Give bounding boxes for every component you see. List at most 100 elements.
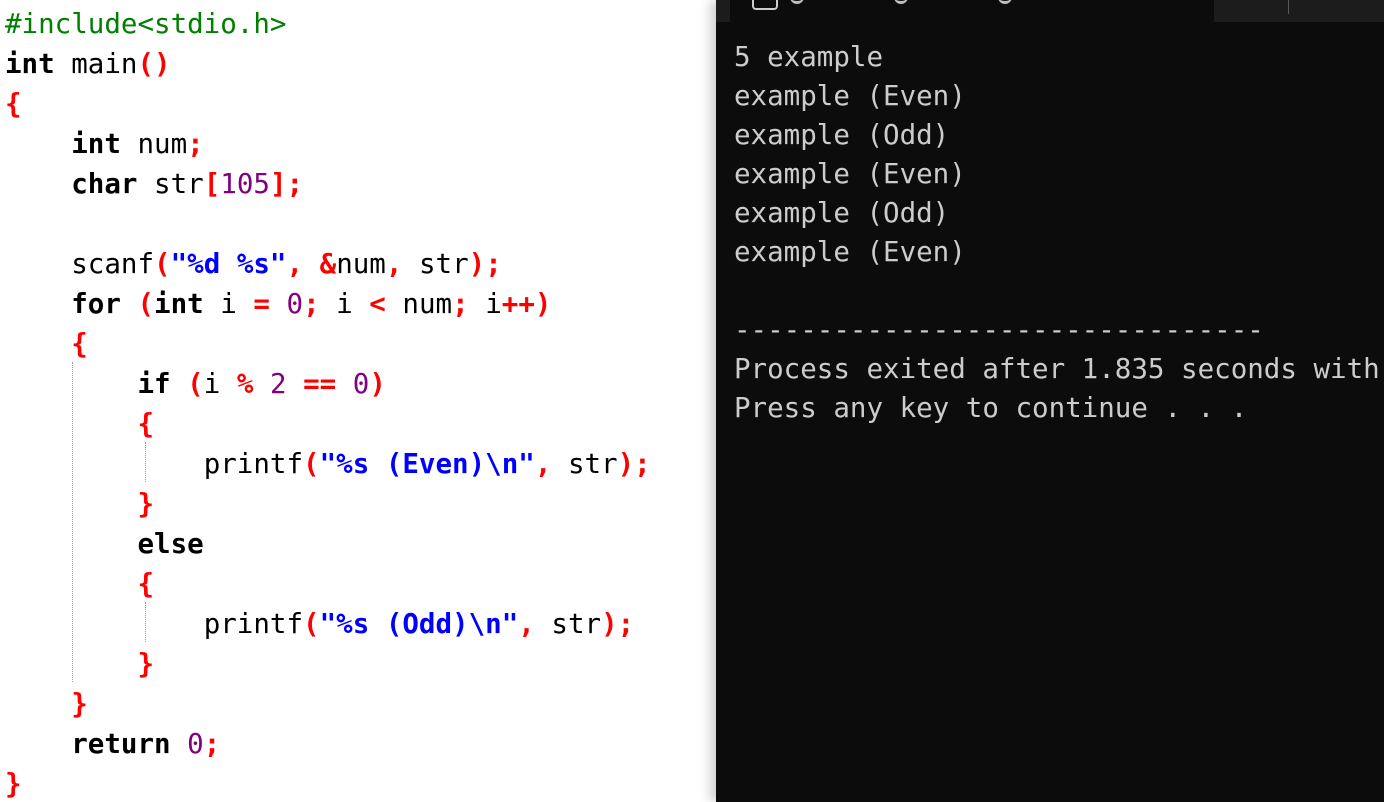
- code-line[interactable]: }: [5, 484, 154, 524]
- code-line[interactable]: }: [5, 764, 22, 802]
- code-line[interactable]: {: [5, 564, 154, 604]
- code-token: str: [402, 248, 469, 280]
- code-token: i: [203, 368, 237, 400]
- code-token: int: [71, 128, 121, 160]
- indent-guide-else-block: [145, 602, 146, 642]
- code-token: num: [120, 128, 188, 160]
- code-token: ;: [203, 728, 221, 760]
- code-token: 0: [187, 728, 204, 760]
- code-line[interactable]: char str[105];: [5, 164, 303, 204]
- code-token: ==: [303, 368, 337, 400]
- code-line[interactable]: }: [5, 644, 154, 684]
- code-token: int: [154, 288, 204, 320]
- code-token: num: [385, 288, 453, 320]
- code-token: 105: [220, 168, 270, 200]
- code-token: if: [137, 368, 171, 400]
- console-output-line: example (Even): [734, 80, 966, 112]
- code-token: 2: [269, 368, 287, 400]
- code-line[interactable]: if (i % 2 == 0): [5, 364, 386, 404]
- code-token: );: [468, 248, 502, 280]
- code-token: ,: [286, 248, 304, 280]
- code-line[interactable]: {: [5, 84, 22, 124]
- code-token: ,: [385, 248, 403, 280]
- code-token: for: [71, 288, 121, 320]
- code-token: char: [71, 168, 138, 200]
- titlebar-separator: [1288, 0, 1289, 14]
- console-output-line: example (Odd): [734, 197, 950, 229]
- code-token: {: [137, 568, 155, 600]
- code-line[interactable]: }: [5, 684, 88, 724]
- code-line[interactable]: int num;: [5, 124, 203, 164]
- code-token: (: [303, 608, 320, 640]
- indent-guide-for-block: [72, 362, 73, 682]
- code-token: {: [137, 408, 155, 440]
- code-token: ,: [518, 608, 535, 640]
- terminal-window-icon: [752, 0, 778, 10]
- indent-guide-if-block: [145, 442, 146, 482]
- code-token: str: [534, 608, 602, 640]
- code-token: num: [336, 248, 386, 280]
- code-token: "%s (Odd)\n": [319, 608, 519, 640]
- code-token: str: [551, 448, 618, 480]
- console-output-line: 5 example: [734, 41, 884, 73]
- code-token: ++): [501, 288, 552, 320]
- code-token: str: [137, 168, 204, 200]
- code-token: {: [71, 328, 88, 360]
- code-token: ;: [303, 288, 320, 320]
- code-token: else: [137, 528, 204, 560]
- code-token: ): [369, 368, 386, 400]
- code-token: i: [468, 288, 502, 320]
- code-token: <: [369, 288, 386, 320]
- code-token: }: [137, 488, 155, 520]
- console-tab[interactable]: [730, 0, 1214, 22]
- code-line[interactable]: return 0;: [5, 724, 220, 764]
- code-token: 0: [286, 288, 304, 320]
- code-token: #include<stdio.h>: [5, 8, 287, 40]
- code-token: printf: [203, 608, 304, 640]
- console-tab-title-clipped: [790, 0, 1170, 8]
- code-token: (: [303, 448, 320, 480]
- console-window[interactable]: 5 example example (Even) example (Odd) exam…: [716, 0, 1384, 802]
- code-token: ,: [534, 448, 552, 480]
- code-line[interactable]: else: [5, 524, 204, 564]
- code-line[interactable]: for (int i = 0; i < num; i++): [5, 284, 551, 324]
- code-line[interactable]: printf("%s (Odd)\n", str);: [5, 604, 635, 644]
- code-token: =: [253, 288, 270, 320]
- code-token: (: [137, 288, 155, 320]
- code-editor[interactable]: #include<stdio.h> int main(){ int num; ch…: [0, 0, 716, 802]
- code-line[interactable]: {: [5, 404, 154, 444]
- code-token: %: [236, 368, 254, 400]
- code-token: (: [154, 248, 171, 280]
- console-output-line: example (Odd): [734, 119, 950, 151]
- code-token: "%s (Even)\n": [319, 448, 535, 480]
- code-token: i: [319, 288, 370, 320]
- code-line[interactable]: printf("%s (Even)\n", str);: [5, 444, 651, 484]
- code-line[interactable]: #include<stdio.h>: [5, 4, 286, 44]
- code-token: [: [203, 168, 221, 200]
- code-line[interactable]: int main(): [5, 44, 171, 84]
- code-token: 0: [352, 368, 370, 400]
- code-token: );: [601, 608, 635, 640]
- code-line[interactable]: scanf("%d %s", &num, str);: [5, 244, 502, 284]
- code-token: ;: [452, 288, 469, 320]
- code-token: main: [54, 48, 138, 80]
- code-token: }: [71, 688, 88, 720]
- code-token: (: [187, 368, 204, 400]
- code-line[interactable]: {: [5, 324, 88, 364]
